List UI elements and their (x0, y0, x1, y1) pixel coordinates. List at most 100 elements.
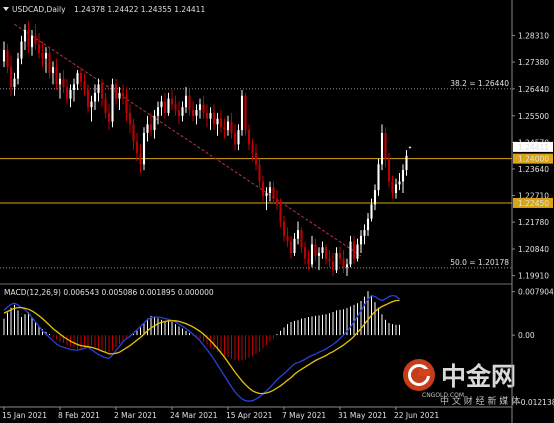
macd-tick-label: -0.012138 (518, 398, 554, 407)
macd-label: MACD(12,26,9) 0.006543 0.005086 0.001895… (4, 288, 214, 297)
candle-body (202, 104, 205, 113)
candle-body (48, 52, 51, 73)
candle-body (2, 50, 6, 62)
candle-body (240, 95, 244, 131)
candle-body (251, 144, 254, 153)
candle-body (167, 98, 170, 113)
candle-body (34, 35, 37, 45)
candle-body (9, 67, 13, 88)
candle-body (282, 221, 286, 236)
price-tick-label: 1.25500 (518, 112, 549, 121)
candle-body (310, 244, 314, 265)
candle-body (23, 30, 27, 42)
candle-body (149, 124, 153, 131)
symbol-label: USDCAD,Daily (12, 5, 66, 14)
candle-body (160, 101, 163, 108)
candle-body (111, 84, 114, 122)
price-tick-label: 1.23640 (518, 165, 549, 174)
candle-body (27, 30, 30, 48)
candle-body (72, 84, 76, 91)
candle-body (44, 52, 48, 59)
candle-body (380, 132, 384, 165)
candle-body (366, 218, 370, 231)
candle-body (209, 112, 212, 119)
candle-body (328, 258, 331, 262)
fib-level-label: 50.0 = 1.20178 (450, 258, 509, 267)
candle-body (142, 132, 146, 165)
watermark-cn-name: 中金网 (441, 362, 516, 391)
candle-body (223, 127, 226, 131)
candle-body (37, 44, 41, 53)
price-tick-label: 1.19910 (518, 272, 549, 281)
candle-body (286, 235, 289, 242)
candle-body (114, 84, 118, 99)
candle-body (324, 247, 328, 259)
candle-body (86, 90, 90, 108)
candle-body (394, 184, 398, 193)
price-tick-label: 1.27380 (518, 58, 549, 67)
candle-body (100, 84, 104, 99)
candle-body (226, 121, 230, 131)
candle-body (83, 81, 86, 91)
price-tick-label: 1.26440 (518, 85, 549, 94)
candle-body (216, 118, 219, 125)
candle-body (212, 112, 216, 125)
time-tick-label: 22 Jun 2021 (394, 411, 439, 420)
macd-tick-label: 0.007904 (518, 288, 554, 297)
candle-body (121, 92, 125, 96)
candle-body (58, 78, 62, 85)
chart-root: 38.2 = 1.26440 50.0 = 1.20178 USDCAD,Dail… (0, 0, 554, 423)
candle-body (342, 258, 345, 268)
candle-body (205, 112, 209, 119)
candle-body (132, 124, 135, 142)
candle-body (408, 146, 412, 148)
candle-body (93, 92, 97, 102)
candle-body (233, 132, 237, 145)
candle-body (335, 252, 338, 271)
level-price-tag: 1.24000 (518, 155, 549, 164)
chart-background (0, 0, 554, 423)
macd-tick-label: 0.00 (518, 331, 535, 340)
candle-body (261, 181, 265, 196)
candle-body (55, 67, 58, 85)
candle-body (79, 72, 83, 82)
candle-body (401, 170, 405, 182)
candle-body (181, 107, 184, 116)
time-tick-label: 15 Jan 2021 (2, 411, 47, 420)
price-tick-label: 1.28310 (518, 31, 549, 40)
candle-body (230, 121, 233, 133)
chart-header: USDCAD,Daily 1.24378 1.24422 1.24355 1.2… (3, 5, 205, 14)
candle-body (191, 110, 195, 116)
candle-body (387, 158, 391, 182)
candle-body (384, 132, 387, 159)
candle-body (314, 244, 317, 256)
candle-body (184, 95, 188, 108)
candle-body (118, 92, 121, 99)
candle-body (6, 50, 9, 68)
candle-body (321, 247, 324, 253)
candle-body (237, 130, 240, 145)
candle-body (345, 264, 349, 268)
candle-body (128, 112, 132, 125)
candle-body (97, 84, 100, 93)
candle-body (177, 110, 181, 116)
current-price-tag: 1.24411 (518, 143, 549, 152)
candle-body (300, 230, 303, 248)
candle-body (188, 95, 191, 111)
candle-body (30, 35, 34, 48)
candle-body (195, 110, 198, 116)
candle-body (268, 187, 272, 193)
candle-body (198, 104, 202, 111)
candle-body (258, 164, 261, 182)
candle-body (247, 130, 251, 145)
candle-body (349, 241, 352, 265)
candle-body (219, 118, 223, 128)
candle-body (135, 141, 139, 153)
time-tick-label: 15 Apr 2021 (226, 411, 273, 420)
fib-level-label: 38.2 = 1.26440 (450, 79, 509, 88)
level-price-tag: 1.22450 (518, 199, 549, 208)
candle-body (139, 152, 142, 165)
candle-body (265, 192, 268, 196)
candle-body (275, 198, 279, 205)
candle-body (156, 107, 160, 116)
